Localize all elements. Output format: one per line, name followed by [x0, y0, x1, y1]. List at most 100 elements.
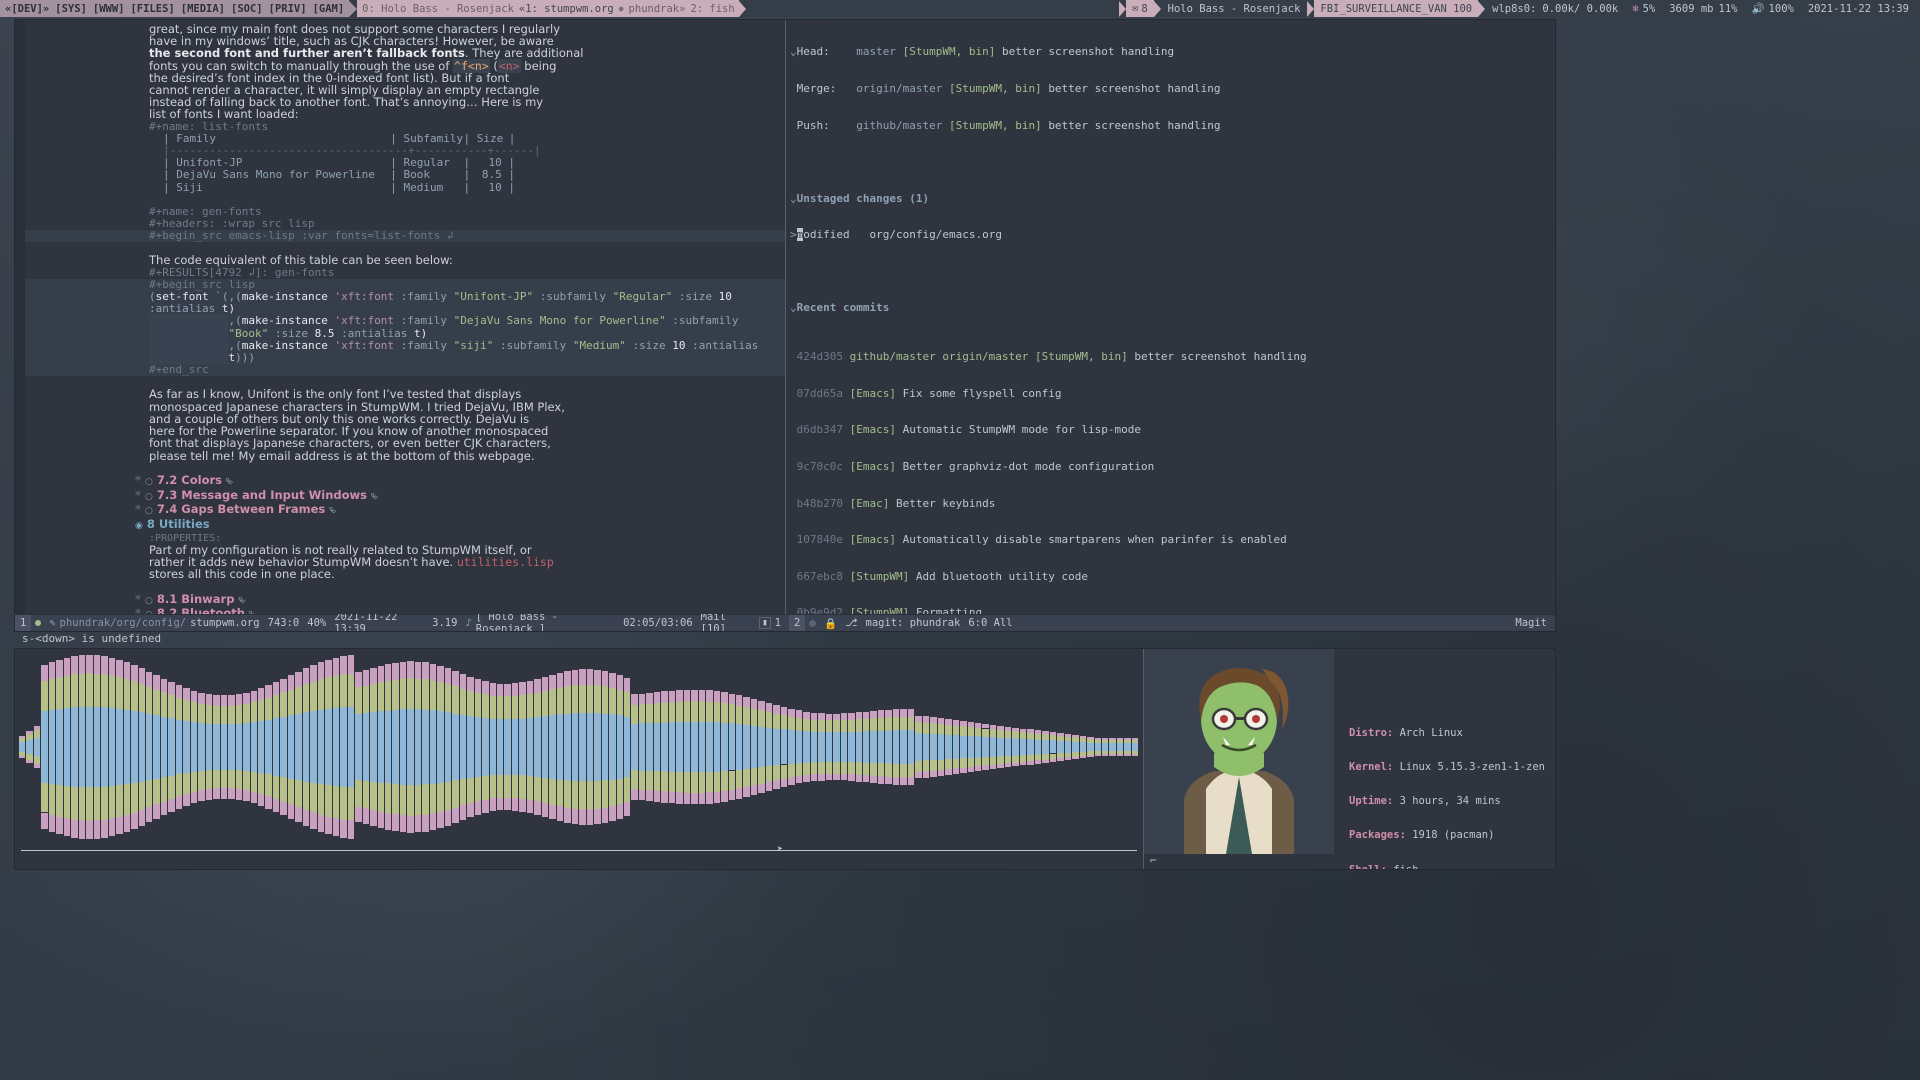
window-item-2[interactable]: phundrak»	[629, 3, 686, 15]
cava-bar-segment	[183, 721, 190, 773]
fold-arrow-icon[interactable]: ⮱	[249, 610, 256, 614]
magit-merge-row[interactable]: Merge: origin/master [StumpWM, bin] bett…	[790, 82, 1555, 95]
workspace-www[interactable]: [WWW]	[90, 3, 128, 15]
magit-commit-row[interactable]: b48b270 [Emac] Better keybinds	[790, 497, 1555, 510]
magit-head-label: Head:	[796, 45, 830, 59]
fold-arrow-icon[interactable]: ⮱	[329, 506, 336, 516]
cava-bar-segment	[153, 778, 160, 805]
cava-bar	[213, 655, 220, 839]
magit-commit-row[interactable]: 667ebc8 [StumpWM] Add bluetooth utility …	[790, 570, 1555, 583]
cava-bar-segment	[1094, 754, 1101, 757]
music-indicator[interactable]: ♪[ Holo Bass - Rosenjack ]	[461, 611, 619, 631]
cava-bar	[975, 655, 982, 839]
cava-bar-segment	[706, 771, 713, 793]
org-heading-8[interactable]: ◉ 8 Utilities	[25, 518, 785, 533]
org-heading-7-4[interactable]: * ○ 7.4 Gaps Between Frames ⮱	[25, 503, 785, 518]
cava-bar	[399, 655, 407, 839]
cell-subfamily: Book	[403, 168, 431, 182]
magit-file-path[interactable]: org/config/emacs.org	[869, 228, 1001, 241]
workspace-gam[interactable]: [GAM]	[310, 3, 348, 15]
chevron-down-icon[interactable]: ⌄	[790, 192, 797, 205]
magit-buffer-window[interactable]: ⌄Head: master [StumpWM, bin] better scre…	[786, 20, 1555, 614]
window-item-0[interactable]: 0: Holo Bass - Rosenjack	[362, 3, 514, 15]
now-playing[interactable]: Holo Bass - Rosenjack	[1161, 0, 1308, 17]
chevron-down-icon[interactable]: ⌄	[790, 45, 797, 58]
terminal-window[interactable]: ➤ Distro: Arch Linux Kernel: Linux 5.15.…	[14, 648, 1556, 870]
status-bar-left: «[DEV]» [SYS] [WWW] [FILES] [MEDIA] [SOC…	[0, 0, 746, 17]
org-heading-label: 8.2 Bluetooth	[156, 606, 245, 614]
cava-audio-visualizer: ➤	[15, 649, 1143, 869]
cava-bar-segment	[422, 709, 429, 785]
cava-bar-segment	[48, 679, 56, 710]
workspace-dev[interactable]: «[DEV]»	[2, 3, 52, 15]
wifi-indicator[interactable]: FBI_SURVEILLANCE_VAN 100	[1314, 0, 1479, 17]
org-link-utilities-lisp[interactable]: utilities.lisp	[457, 555, 554, 569]
cava-bar-segment	[86, 673, 93, 707]
cava-bar-segment	[250, 702, 257, 723]
fold-arrow-icon[interactable]: ⮱	[226, 477, 233, 487]
magit-commit-row[interactable]: d6db347 [Emacs] Automatic StumpWM mode f…	[790, 424, 1555, 436]
org-heading-8-1[interactable]: * ○ 8.1 Binwarp ⮱	[25, 592, 785, 608]
mail-status[interactable]: Mail [10]	[697, 611, 756, 631]
cava-bar-segment	[392, 662, 399, 680]
cava-bar-segment	[198, 770, 205, 791]
org-heading-label: 8 Utilities	[146, 517, 210, 532]
magit-push-row[interactable]: Push: github/master [StumpWM, bin] bette…	[790, 119, 1555, 132]
org-end-src: #+end_src	[25, 364, 785, 377]
magit-commit-row[interactable]: 0b9e9d2 [StumpWM] Formatting	[790, 607, 1555, 614]
magit-commit-row[interactable]: 107840e [Emacs] Automatically disable sm…	[790, 534, 1555, 546]
cava-bar-segment	[160, 678, 168, 693]
fold-arrow-icon[interactable]: ⮱	[371, 492, 378, 502]
cava-bar-segment	[437, 682, 444, 712]
magit-commit-row[interactable]: 07dd65a [Emacs] Fix some flyspell config	[790, 387, 1555, 400]
cava-bar	[653, 655, 661, 839]
mail-indicator[interactable]: ✉ 8	[1126, 0, 1154, 17]
cava-bar-segment	[474, 801, 482, 815]
cava-bar-segment	[511, 696, 519, 720]
workspace-files[interactable]: [FILES]	[127, 3, 177, 15]
org-heading-7-2[interactable]: * ○ 7.2 Colors ⮱	[25, 473, 785, 489]
emacs-window[interactable]: great, since my main font does not suppo…	[14, 19, 1556, 632]
cava-bar-segment	[340, 819, 347, 838]
magit-commit-row[interactable]: 424d305 github/master origin/master [Stu…	[790, 350, 1555, 363]
window-item-3[interactable]: 2: fish	[690, 3, 734, 15]
workspace-priv[interactable]: [PRIV]	[266, 3, 310, 15]
magit-unstaged-title: Unstaged changes (1)	[796, 191, 930, 205]
volume-indicator[interactable]: 🔊 100%	[1744, 0, 1800, 17]
buffer-path[interactable]: ✎ phundrak/org/config/stumpwm.org	[45, 617, 263, 629]
cava-bar-segment	[489, 775, 496, 799]
cava-bar-segment	[758, 767, 765, 784]
cava-bar	[444, 655, 452, 839]
window-list[interactable]: 0: Holo Bass - Rosenjack «1: stumpwm.org…	[357, 0, 739, 17]
cava-bar-segment	[213, 769, 220, 789]
workspace-list[interactable]: «[DEV]» [SYS] [WWW] [FILES] [MEDIA] [SOC…	[0, 0, 350, 17]
cava-bar-segment	[355, 779, 362, 807]
cava-bar-segment	[840, 761, 848, 774]
fold-arrow-icon[interactable]: ⮱	[238, 596, 245, 606]
cava-bar-segment	[295, 671, 302, 687]
chevron-right-icon[interactable]: >	[790, 228, 797, 241]
magit-unstaged-file-row[interactable]: >modified org/config/emacs.org	[790, 228, 1555, 242]
magit-buffer-name[interactable]: magit: phundrak	[862, 617, 965, 629]
cava-bar	[370, 655, 377, 839]
volume-value: 100%	[1768, 2, 1794, 15]
cava-bar-segment	[907, 777, 915, 785]
window-item-1[interactable]: «1: stumpwm.org	[519, 3, 614, 15]
magit-head-row[interactable]: ⌄Head: master [StumpWM, bin] better scre…	[790, 46, 1555, 58]
commit-message: Automatic StumpWM mode for lisp-mode	[902, 423, 1142, 437]
magit-unstaged-section[interactable]: ⌄Unstaged changes (1)	[790, 191, 1555, 205]
org-heading-7-3[interactable]: * ○ 7.3 Message and Input Windows ⮱	[25, 488, 785, 504]
workspace-sys[interactable]: [SYS]	[52, 3, 90, 15]
org-heading-8-2[interactable]: * ○ 8.2 Bluetooth ⮱	[25, 607, 785, 614]
workspace-soc[interactable]: [SOC]	[228, 3, 266, 15]
commit-hash: 9c70c0c	[796, 459, 843, 473]
chevron-down-icon[interactable]: ⌄	[790, 301, 797, 314]
cava-bar-segment	[272, 775, 280, 799]
workspace-media[interactable]: [MEDIA]	[178, 3, 228, 15]
magit-commit-row[interactable]: 9c70c0c [Emacs] Better graphviz-dot mode…	[790, 459, 1555, 473]
magit-recent-section[interactable]: ⌄Recent commits	[790, 302, 1555, 314]
org-buffer-window[interactable]: great, since my main font does not suppo…	[15, 20, 785, 614]
cava-bar-segment	[975, 766, 982, 772]
shell-prompt[interactable]: ⌐	[1150, 854, 1157, 867]
cava-bar-segment	[183, 699, 190, 722]
